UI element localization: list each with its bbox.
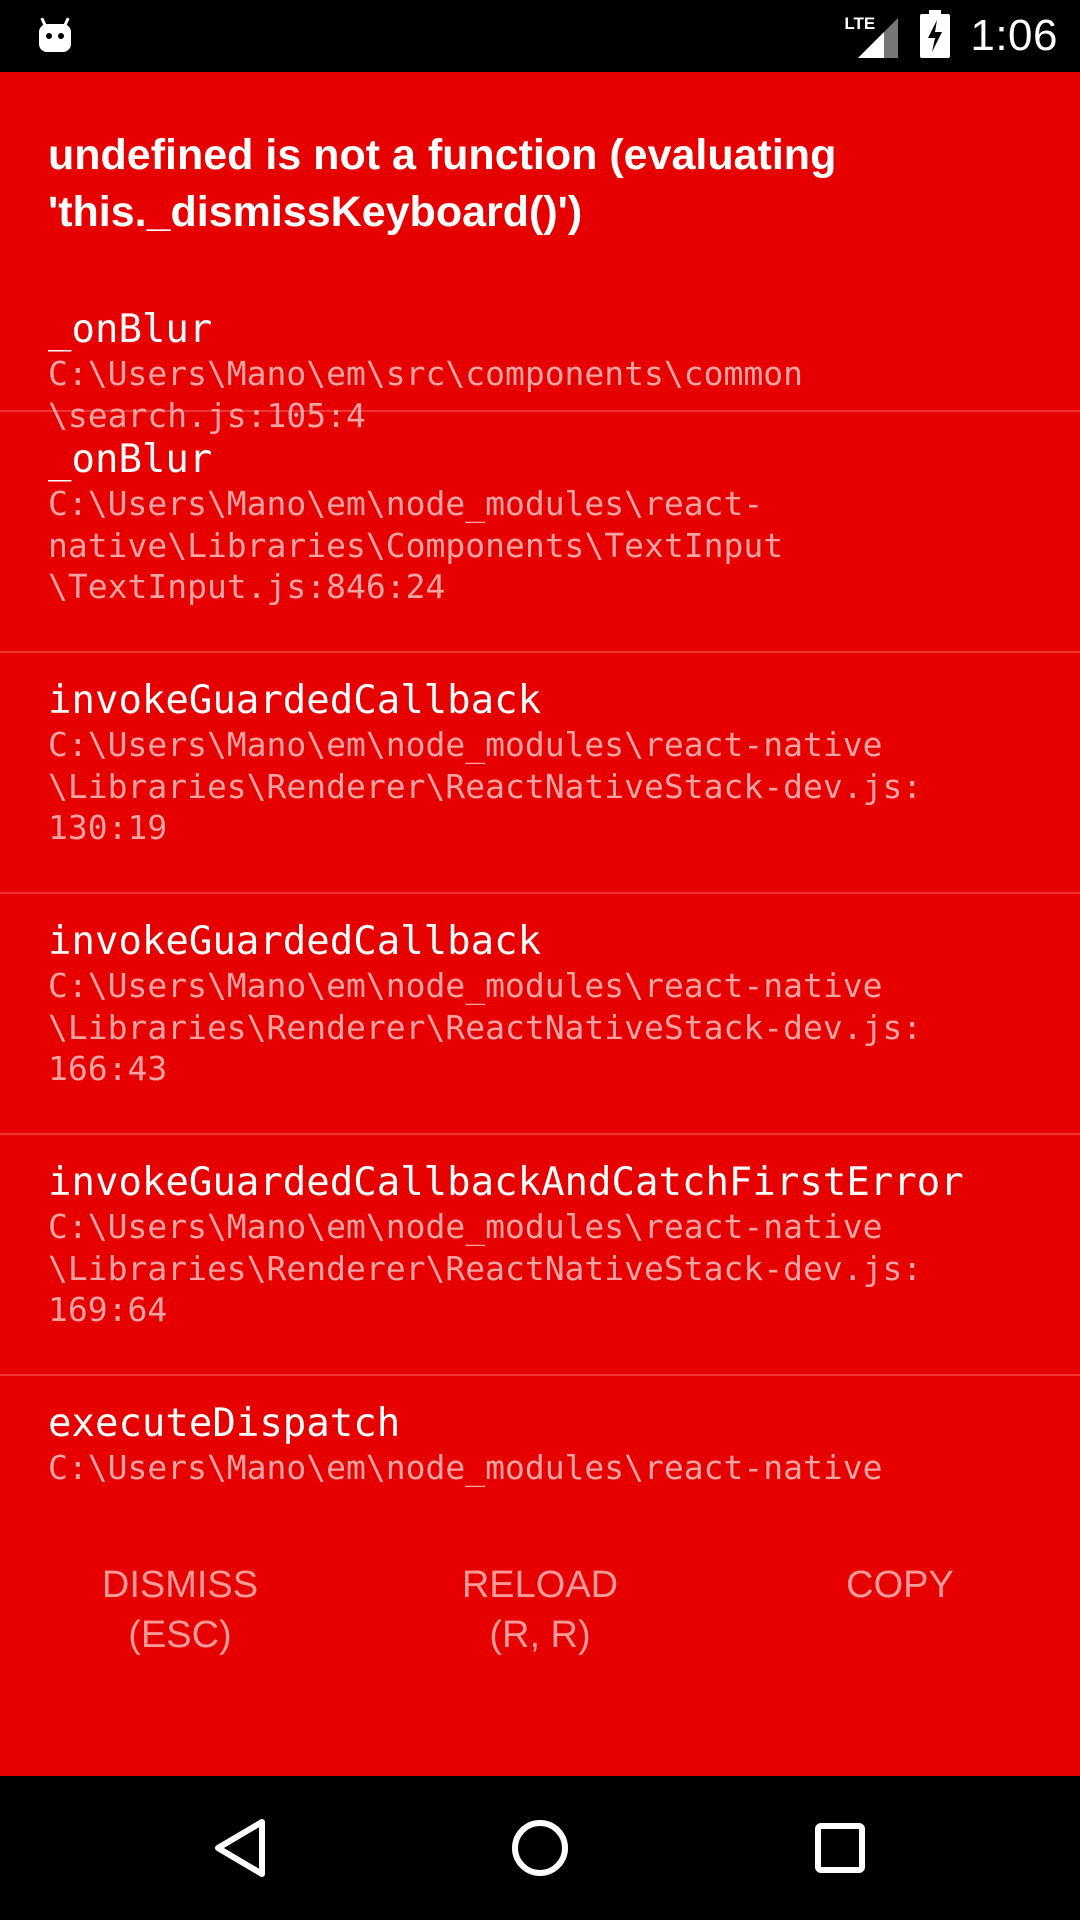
redbox-error-screen: undefined is not a function (evaluating …	[0, 72, 1080, 1776]
dismiss-button[interactable]: DISMISS (ESC)	[30, 1560, 330, 1660]
frame-file: C:\Users\Mano\em\node_modules\react-nati…	[48, 1207, 923, 1329]
reload-button[interactable]: RELOAD (R, R)	[390, 1560, 690, 1660]
frame-file: C:\Users\Mano\em\node_modules\react- nat…	[48, 484, 784, 606]
frame-file: C:\Users\Mano\em\node_modules\react-nati…	[48, 725, 923, 847]
frame-method: _onBlur	[48, 307, 213, 352]
stack-trace[interactable]: _onBlur C:\Users\Mano\em\src\components\…	[0, 307, 1080, 1536]
frame-method: invokeGuardedCallbackAndCatchFirstError	[48, 1160, 964, 1205]
clock: 1:06	[970, 11, 1058, 60]
android-debug-icon	[38, 16, 72, 54]
reload-button-shortcut: (R, R)	[489, 1614, 591, 1656]
status-bar: LTE 1:06	[0, 0, 1080, 72]
reload-button-label: RELOAD	[461, 1564, 619, 1606]
dismiss-button-shortcut: (ESC)	[128, 1614, 232, 1656]
battery-charging-icon	[920, 10, 951, 62]
frame-method: invokeGuardedCallback	[48, 919, 542, 964]
dismiss-button-label: DISMISS	[101, 1564, 259, 1606]
frame-file: C:\Users\Mano\em\node_modules\react-nati…	[48, 1448, 883, 1487]
redbox-button-row: DISMISS (ESC) RELOAD (R, R) COPY	[0, 1560, 1080, 1704]
home-icon[interactable]	[492, 1800, 588, 1896]
lte-signal-icon: LTE	[844, 14, 900, 58]
stack-frame[interactable]: invokeGuardedCallbackAndCatchFirstError …	[0, 1135, 1080, 1376]
stack-frame[interactable]: invokeGuardedCallback C:\Users\Mano\em\n…	[0, 894, 1080, 1135]
stack-frame[interactable]: executeDispatch C:\Users\Mano\em\node_mo…	[0, 1376, 1080, 1536]
frame-method: _onBlur	[48, 437, 213, 482]
copy-button-label: COPY	[846, 1564, 954, 1606]
stack-frame[interactable]: _onBlur C:\Users\Mano\em\src\components\…	[0, 216, 1080, 435]
recents-icon[interactable]	[792, 1800, 888, 1896]
stack-frame[interactable]: _onBlur C:\Users\Mano\em\node_modules\re…	[0, 412, 1080, 653]
frame-method: invokeGuardedCallback	[48, 678, 542, 723]
stack-frame[interactable]: invokeGuardedCallback C:\Users\Mano\em\n…	[0, 653, 1080, 894]
back-icon[interactable]	[192, 1800, 288, 1896]
navigation-bar	[0, 1776, 1080, 1920]
frame-method: executeDispatch	[48, 1401, 401, 1446]
frame-file: C:\Users\Mano\em\node_modules\react-nati…	[48, 966, 923, 1088]
copy-button[interactable]: COPY	[750, 1560, 1050, 1610]
